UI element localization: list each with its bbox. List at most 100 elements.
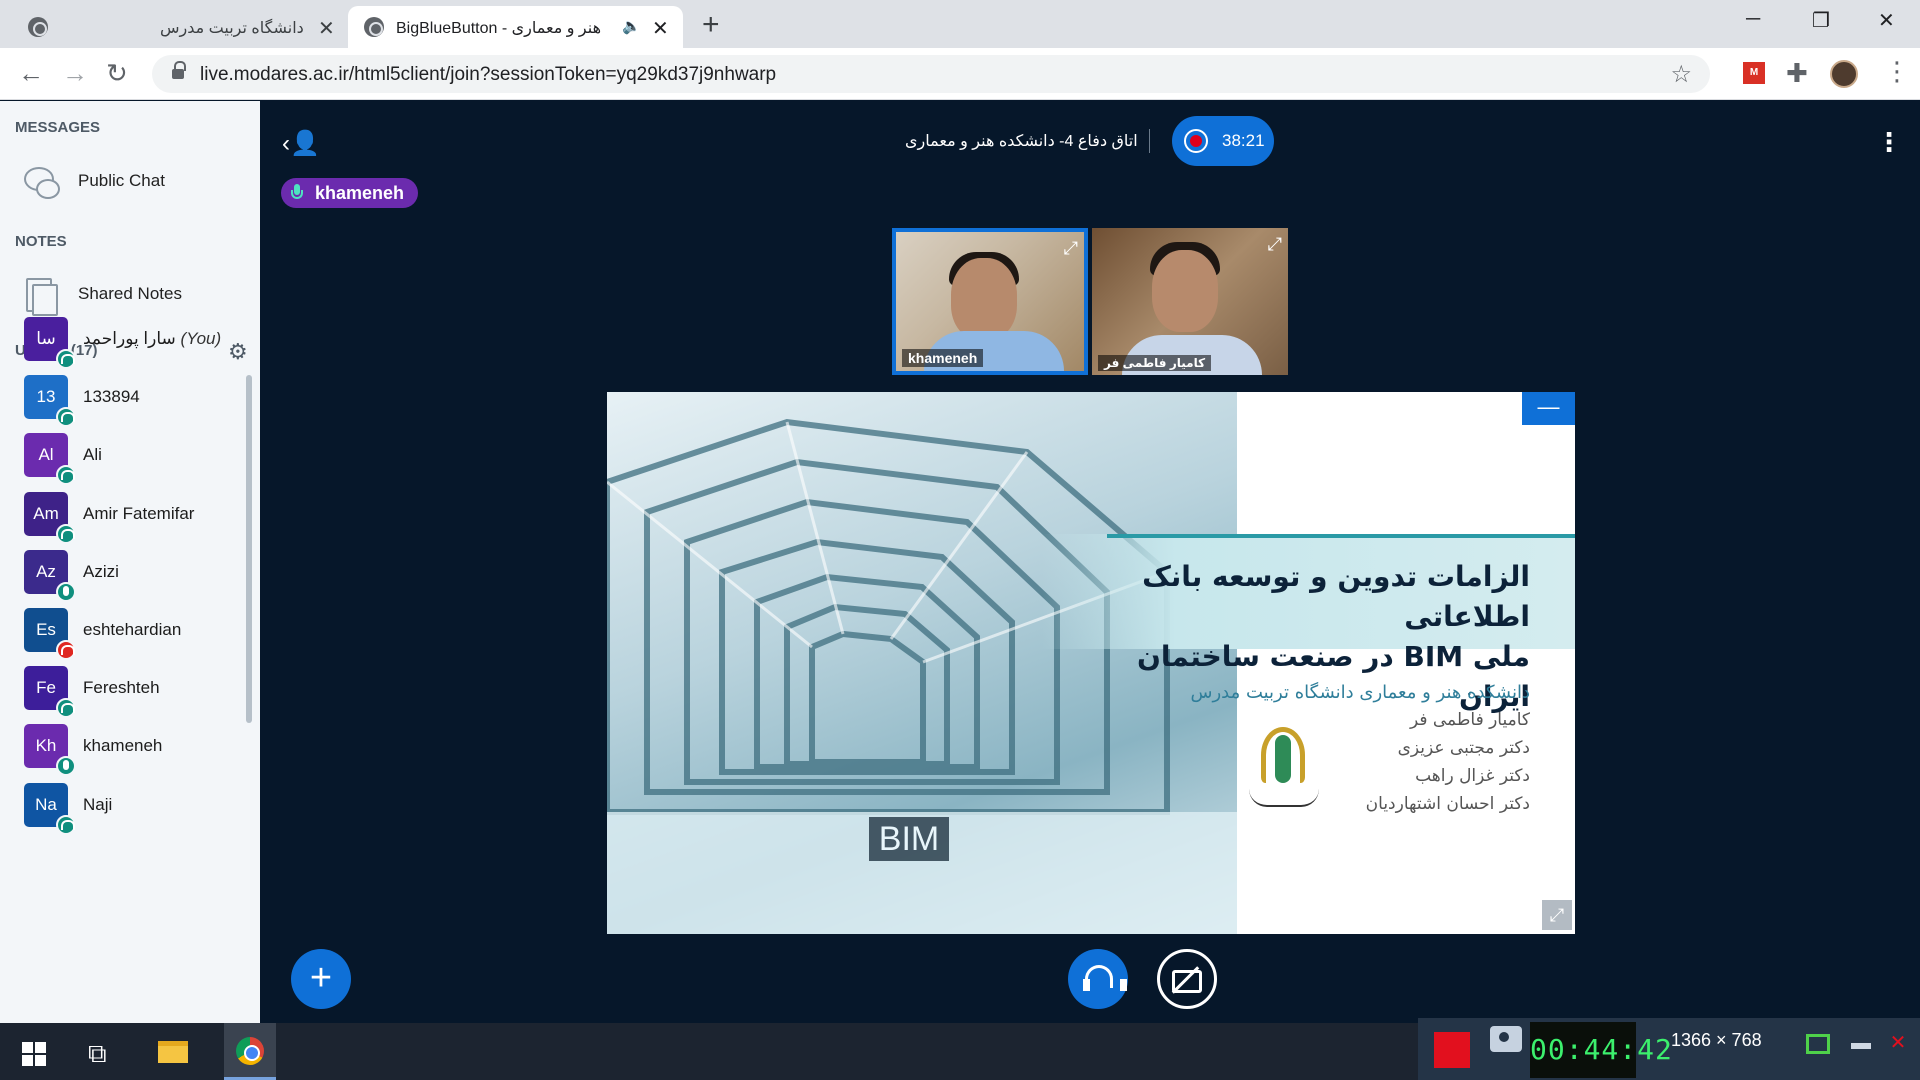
headphones-audio-button[interactable] xyxy=(1068,949,1128,1009)
address-bar[interactable]: live.modares.ac.ir/html5client/join?sess… xyxy=(152,55,1710,93)
region-select-icon[interactable] xyxy=(1806,1034,1830,1054)
user-name: eshtehardian xyxy=(83,620,181,640)
user-list-item[interactable]: سا سارا پوراحمد (You) xyxy=(24,314,244,369)
camera-snapshot-icon[interactable] xyxy=(1490,1026,1522,1052)
fullscreen-presentation-button[interactable]: ⤢ xyxy=(1542,900,1572,930)
talking-indicator[interactable]: khameneh xyxy=(281,178,419,208)
recorder-minimize-icon[interactable]: ▬ xyxy=(1844,1026,1878,1060)
presentation-slide: BIM الزامات تدوین و توسعه بانک اطلاعاتی … xyxy=(607,392,1575,934)
user-name-text: سارا پوراحمد xyxy=(83,329,176,348)
close-tab-icon[interactable]: ✕ xyxy=(652,16,669,41)
fullscreen-icon[interactable]: ⤢ xyxy=(1064,238,1078,259)
user-list-item[interactable]: Es eshtehardian xyxy=(24,605,244,660)
user-list-item[interactable]: 13 133894 xyxy=(24,372,244,428)
avatar: 13 xyxy=(24,375,76,428)
extension-icon[interactable]: M xyxy=(1743,62,1765,84)
window-restore-button[interactable]: ❐ xyxy=(1812,8,1830,33)
video-figure xyxy=(951,258,1017,340)
task-view-icon[interactable]: ⧉ xyxy=(88,1038,107,1070)
profile-avatar[interactable] xyxy=(1830,60,1858,88)
minimize-presentation-button[interactable]: — xyxy=(1522,392,1575,425)
recorder-close-icon[interactable]: ✕ xyxy=(1881,1026,1915,1060)
webcam-tile[interactable]: khameneh ⤢ xyxy=(892,228,1088,375)
you-tag: (You) xyxy=(180,329,222,348)
headphones-icon xyxy=(56,349,76,369)
shared-notes-label: Shared Notes xyxy=(78,284,182,303)
title-divider xyxy=(1149,129,1150,153)
options-menu-icon[interactable]: ⋮ xyxy=(1876,127,1902,158)
audio-playing-icon[interactable]: 🔈 xyxy=(622,17,641,35)
user-list-scrollbar[interactable] xyxy=(246,375,252,723)
slide-author: دکتر احسان اشتهاردیان xyxy=(1365,794,1530,814)
url-text[interactable]: live.modares.ac.ir/html5client/join?sess… xyxy=(200,64,776,86)
new-tab-button[interactable]: + xyxy=(702,8,720,42)
tab-bigbluebutton[interactable]: BigBlueButton - هنر و معماری 🔈 ✕ xyxy=(348,6,683,48)
university-logo xyxy=(1249,717,1319,817)
actions-plus-button[interactable]: + xyxy=(291,949,351,1009)
fullscreen-icon[interactable]: ⤢ xyxy=(1268,234,1282,255)
stop-recording-button[interactable] xyxy=(1434,1032,1470,1068)
slide-author: کامیار فاطمی فر xyxy=(1409,710,1530,730)
reload-icon[interactable]: ↻ xyxy=(106,58,128,89)
browser-menu-icon[interactable]: ⋮ xyxy=(1884,56,1910,87)
user-list-item[interactable]: Az Azizi xyxy=(24,547,244,602)
lock-icon xyxy=(172,61,186,80)
window-close-button[interactable]: ✕ xyxy=(1878,8,1895,33)
tab-university[interactable]: دانشگاه تربیت مدرس ✕ xyxy=(0,6,345,48)
shared-notes-item[interactable]: Shared Notes xyxy=(22,276,182,316)
avatar: Es xyxy=(24,608,76,660)
bim-label: BIM xyxy=(869,817,949,861)
user-name-text: Naji xyxy=(83,794,113,814)
user-name-text: Azizi xyxy=(83,561,119,581)
tab-title: دانشگاه تربیت مدرس xyxy=(160,20,304,37)
webcam-tile[interactable]: کامیار فاطمی فر ⤢ xyxy=(1092,228,1288,375)
slide-author: دکتر مجتبی عزیزی xyxy=(1397,738,1530,758)
extensions-puzzle-icon[interactable]: ✚ xyxy=(1786,58,1808,89)
toggle-userlist-icon[interactable]: ‹👤 xyxy=(282,129,320,158)
video-figure xyxy=(1152,250,1218,332)
close-tab-icon[interactable]: ✕ xyxy=(318,16,335,41)
user-list-item[interactable]: Na Naji xyxy=(24,780,244,835)
headphones-icon xyxy=(56,465,76,486)
avatar: Az xyxy=(24,549,76,602)
slide-title-line: الزامات تدوین و توسعه بانک اطلاعاتی xyxy=(1142,560,1530,633)
user-name: Naji xyxy=(83,795,112,815)
headphones-icon xyxy=(56,523,76,544)
slide-title-line: ملی BIM در صنعت ساختمان ایران xyxy=(1137,640,1530,713)
public-chat-item[interactable]: Public Chat xyxy=(22,163,165,199)
chrome-icon xyxy=(236,1037,264,1065)
user-list-item[interactable]: Am Amir Fatemifar xyxy=(24,489,244,544)
user-name-text: Ali xyxy=(83,445,102,465)
bookmark-star-icon[interactable]: ☆ xyxy=(1670,60,1692,89)
headphones-icon xyxy=(56,698,76,719)
avatar: Kh xyxy=(24,724,76,777)
webcam-name-label: khameneh xyxy=(902,349,984,367)
main-stage: ‹👤 اتاق دفاع 4- دانشکده هنر و معماری 38:… xyxy=(260,101,1920,1023)
user-list-item[interactable]: Fe Fereshteh xyxy=(24,663,244,719)
chrome-taskbar-button[interactable] xyxy=(224,1023,276,1080)
back-arrow-icon[interactable]: ← xyxy=(18,58,44,89)
recording-indicator[interactable]: 38:21 xyxy=(1172,116,1274,166)
user-name-text: Amir Fatemifar xyxy=(83,503,195,523)
windows-start-icon[interactable] xyxy=(22,1042,46,1066)
recording-resolution: 1366 × 768 xyxy=(1671,1030,1762,1050)
recorder-clock: 00:44:42 xyxy=(1530,1022,1672,1078)
tab-title: BigBlueButton - هنر و معماری xyxy=(396,20,601,37)
public-chat-label: Public Chat xyxy=(78,171,165,190)
microphone-icon xyxy=(56,581,76,602)
window-minimize-button[interactable]: ─ xyxy=(1746,8,1760,31)
record-dot-icon xyxy=(1184,129,1208,153)
screen-recorder-panel: 00:44:42 1366 × 768 ▬ ✕ xyxy=(1418,1018,1920,1080)
user-name-text: Fereshteh xyxy=(83,678,160,698)
camera-off-button[interactable] xyxy=(1157,949,1217,1009)
globe-icon xyxy=(364,17,384,37)
browser-toolbar: ← → ↻ live.modares.ac.ir/html5client/joi… xyxy=(0,48,1920,100)
browser-tab-strip: دانشگاه تربیت مدرس ✕ BigBlueButton - هنر… xyxy=(0,0,1920,48)
file-explorer-icon[interactable] xyxy=(158,1041,188,1063)
banner-accent-line xyxy=(1107,534,1575,538)
user-list-item[interactable]: Al Ali xyxy=(24,430,244,486)
forward-arrow-icon[interactable]: → xyxy=(62,58,88,89)
slide-author: دکتر غزال راهب xyxy=(1415,766,1530,786)
user-list-item[interactable]: Kh khameneh xyxy=(24,721,244,777)
notes-documents-icon xyxy=(22,276,58,316)
